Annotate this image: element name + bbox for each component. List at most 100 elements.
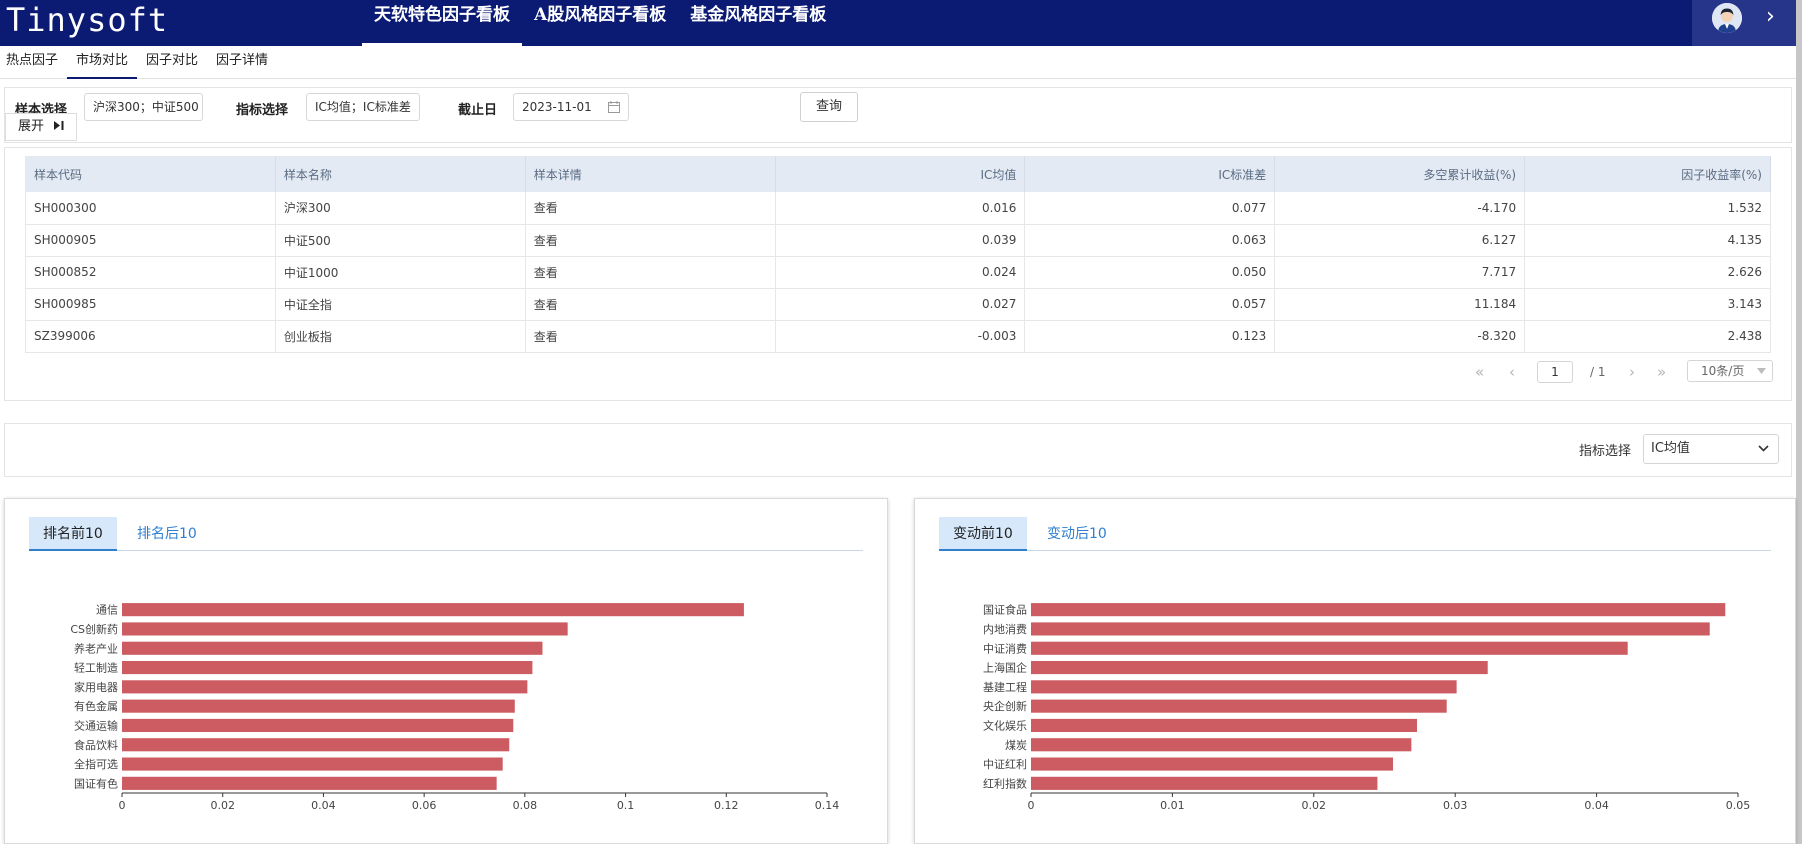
tab-factor-compare[interactable]: 因子对比 (137, 46, 207, 79)
x-tick-label: 0.05 (1726, 799, 1751, 812)
col-header-ic-std[interactable]: IC标准差 (1024, 156, 1276, 192)
sample-code-link[interactable]: SH000985 (25, 288, 276, 321)
top-navbar: Tinysoft 天软特色因子看板 A股风格因子看板 基金风格因子看板 › (0, 0, 1802, 46)
bar (1031, 718, 1418, 733)
chevron-down-icon (1758, 445, 1769, 452)
x-tick-label: 0.08 (513, 799, 538, 812)
view-detail-link[interactable]: 查看 (525, 320, 776, 353)
user-menu[interactable]: › (1692, 0, 1796, 46)
x-tick-label: 0.02 (210, 799, 235, 812)
sample-code-link[interactable]: SH000300 (25, 192, 276, 225)
last-page-icon[interactable]: » (1657, 360, 1666, 384)
page-size-select[interactable]: 10条/页 (1687, 360, 1773, 382)
indicator-select[interactable]: IC均值 (1643, 434, 1779, 464)
col-header-code[interactable]: 样本代码 (25, 156, 276, 192)
date-value: 2023-11-01 (522, 100, 592, 114)
filter-panel: 样本选择 沪深300；中证500 指标选择 IC均值；IC标准差 截止日 202… (4, 87, 1792, 143)
factor-return-value: 2.438 (1524, 320, 1771, 353)
bar (122, 738, 510, 752)
category-label: 煤炭 (1005, 739, 1027, 752)
results-table: 样本代码 样本名称 样本详情 IC均值 IC标准差 多空累计收益(%) 因子收益… (25, 156, 1771, 353)
ic-std-value: 0.123 (1024, 320, 1276, 353)
metric-select-label: 指标选择 (236, 103, 289, 118)
nav-tinysoft-factor-board[interactable]: 天软特色因子看板 (362, 0, 522, 46)
view-detail-link[interactable]: 查看 (525, 224, 776, 257)
ic-std-value: 0.050 (1024, 256, 1276, 289)
x-tick-label: 0.02 (1302, 799, 1327, 812)
user-avatar-icon (1712, 3, 1742, 33)
view-detail-link[interactable]: 查看 (525, 192, 776, 225)
metric-select-input[interactable]: IC均值；IC标准差 (306, 93, 420, 121)
table-row: SH000852 中证1000 查看 0.024 0.050 7.717 2.6… (25, 256, 1771, 289)
ranking-chart-panel: 排名前10 排名后10 0 0.02 0.04 0.06 0.08 0.1 0.12 0.14… (4, 498, 888, 844)
table-row: SZ399006 创业板指 查看 -0.003 0.123 -8.320 2.4… (25, 320, 1771, 353)
main-nav: 天软特色因子看板 A股风格因子看板 基金风格因子看板 (362, 0, 838, 46)
ranking-bar-chart: 0 0.02 0.04 0.06 0.08 0.1 0.12 0.14 通信 CS创新药养老产业轻… (70, 603, 839, 812)
sample-select-input[interactable]: 沪深300；中证500 (84, 93, 203, 121)
avatar[interactable] (1712, 3, 1742, 33)
ls-return-value: 7.717 (1274, 256, 1526, 289)
first-page-icon[interactable]: « (1475, 360, 1484, 384)
bar (122, 622, 568, 636)
ls-return-value: -4.170 (1274, 192, 1526, 225)
prev-page-icon[interactable]: ‹ (1509, 360, 1515, 384)
nav-a-share-style-board[interactable]: A股风格因子看板 (522, 0, 678, 46)
caret-down-icon (1757, 368, 1766, 374)
category-label: 家用电器 (74, 680, 118, 694)
table-row: SH000300 沪深300 查看 0.016 0.077 -4.170 1.5… (25, 192, 1771, 225)
category-label: 全指可选 (74, 757, 118, 771)
factor-return-value: 1.532 (1524, 192, 1771, 225)
change-chart-panel: 变动前10 变动后10 0 0.01 0.02 0.03 0.04 0.05 国证食品 内地消… (914, 498, 1796, 844)
expand-arrow-icon (54, 121, 64, 130)
category-label: 食品饮料 (74, 738, 118, 752)
results-table-panel: 样本代码 样本名称 样本详情 IC均值 IC标准差 多空累计收益(%) 因子收益… (4, 147, 1792, 401)
table-row: SH000985 中证全指 查看 0.027 0.057 11.184 3.14… (25, 288, 1771, 321)
x-tick-label: 0.01 (1160, 799, 1185, 812)
tab-factor-detail[interactable]: 因子详情 (207, 46, 277, 79)
category-label: 国证有色 (74, 776, 118, 790)
bar (122, 660, 533, 675)
next-page-icon[interactable]: › (1629, 360, 1635, 384)
sample-code-link[interactable]: SH000852 (25, 256, 276, 289)
indicator-label: 指标选择 (1579, 444, 1632, 459)
nav-fund-style-board[interactable]: 基金风格因子看板 (678, 0, 838, 46)
bar (122, 680, 528, 694)
query-button[interactable]: 查询 (800, 92, 858, 122)
view-detail-link[interactable]: 查看 (525, 288, 776, 321)
bar (122, 641, 543, 655)
chevron-right-icon[interactable]: › (1766, 2, 1775, 32)
sample-code-link[interactable]: SZ399006 (25, 320, 276, 353)
ic-std-value: 0.057 (1024, 288, 1276, 321)
date-label: 截止日 (458, 103, 498, 118)
col-header-ls-return[interactable]: 多空累计收益(%) (1274, 156, 1526, 192)
view-detail-link[interactable]: 查看 (525, 256, 776, 289)
col-header-ic-mean[interactable]: IC均值 (775, 156, 1026, 192)
factor-return-value: 3.143 (1524, 288, 1771, 321)
col-header-name[interactable]: 样本名称 (275, 156, 526, 192)
sample-code-link[interactable]: SH000905 (25, 224, 276, 257)
bar (1031, 776, 1378, 790)
table-row: SH000905 中证500 查看 0.039 0.063 6.127 4.13… (25, 224, 1771, 257)
x-tick-label: 0.03 (1443, 799, 1468, 812)
expand-button[interactable]: 展开 (5, 113, 77, 141)
bar (1031, 622, 1710, 636)
category-label: 有色金属 (74, 699, 118, 713)
col-header-factor-return[interactable]: 因子收益率(%) (1524, 156, 1771, 192)
col-header-detail[interactable]: 样本详情 (525, 156, 776, 192)
date-picker[interactable]: 2023-11-01 (513, 93, 629, 121)
ic-mean-value: 0.027 (775, 288, 1026, 321)
bar (122, 603, 744, 617)
x-tick-label: 0 (119, 799, 126, 812)
category-label: CS创新药 (70, 622, 118, 636)
tab-market-compare[interactable]: 市场对比 (67, 46, 138, 79)
bar (122, 776, 497, 790)
tab-hot-factors[interactable]: 热点因子 (0, 46, 67, 79)
indicator-panel: 指标选择 IC均值 (4, 423, 1792, 477)
calendar-icon[interactable] (608, 101, 620, 113)
bar (122, 757, 503, 771)
category-label: 交通运输 (74, 718, 118, 732)
bar (1031, 660, 1488, 675)
sample-name: 中证全指 (275, 288, 526, 321)
ic-mean-value: -0.003 (775, 320, 1026, 353)
page-number-input[interactable]: 1 (1537, 361, 1573, 383)
